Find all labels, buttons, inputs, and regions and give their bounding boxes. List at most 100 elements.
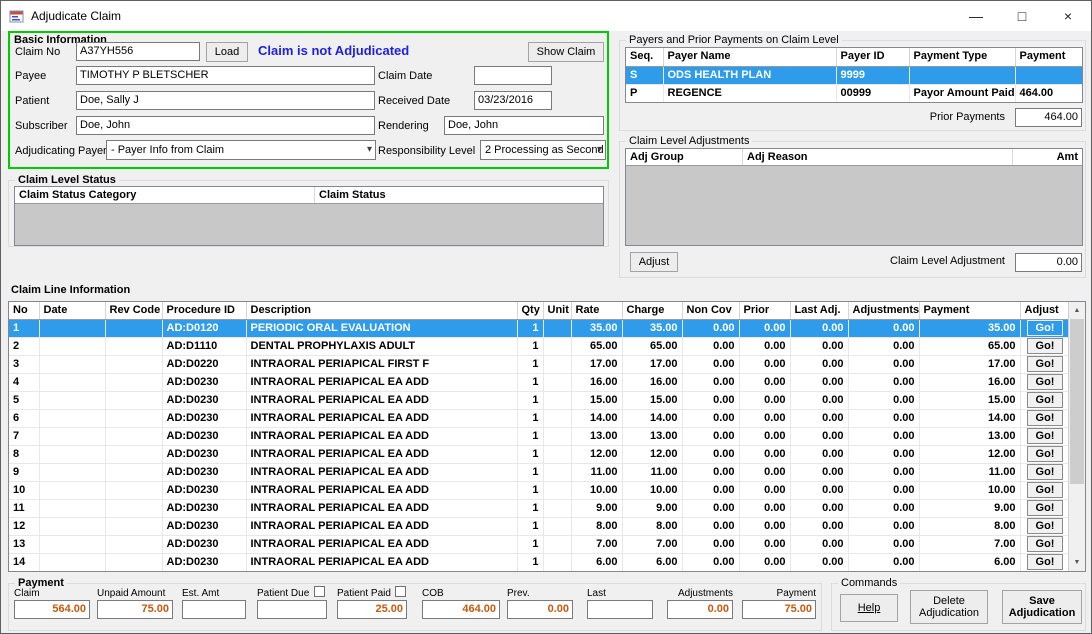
claim-line-row[interactable]: 7AD:D0230INTRAORAL PERIAPICAL EA ADD113.… [9, 427, 1070, 445]
cob-input[interactable]: 464.00 [422, 600, 500, 619]
col-prior[interactable]: Prior [739, 302, 790, 319]
go-button[interactable]: Go! [1027, 410, 1063, 426]
go-button[interactable]: Go! [1027, 320, 1063, 336]
cell-description: INTRAORAL PERIAPICAL EA ADD [246, 481, 517, 499]
col-adj-reason[interactable]: Adj Reason [743, 149, 1013, 165]
patient-paid-checkbox[interactable] [395, 586, 406, 597]
go-button[interactable]: Go! [1027, 500, 1063, 516]
claim-line-row[interactable]: 10AD:D0230INTRAORAL PERIAPICAL EA ADD110… [9, 481, 1070, 499]
col-rate[interactable]: Rate [571, 302, 622, 319]
go-button[interactable]: Go! [1027, 446, 1063, 462]
go-button[interactable]: Go! [1027, 464, 1063, 480]
go-button[interactable]: Go! [1027, 392, 1063, 408]
claim-line-row[interactable]: 3AD:D0220INTRAORAL PERIAPICAL FIRST F117… [9, 355, 1070, 373]
go-button[interactable]: Go! [1027, 518, 1063, 534]
maximize-button[interactable]: □ [999, 1, 1045, 31]
show-claim-button[interactable]: Show Claim [528, 42, 604, 62]
col-claim-status-category[interactable]: Claim Status Category [15, 187, 315, 203]
patient-due-checkbox[interactable] [314, 586, 325, 597]
scroll-down-icon[interactable]: ▼ [1069, 554, 1085, 571]
help-button[interactable]: Help [840, 594, 898, 622]
claim-line-row[interactable]: 12AD:D0230INTRAORAL PERIAPICAL EA ADD18.… [9, 517, 1070, 535]
claim-line-row[interactable]: 13AD:D0230INTRAORAL PERIAPICAL EA ADD17.… [9, 535, 1070, 553]
close-button[interactable]: × [1045, 1, 1091, 31]
cell-date [39, 535, 105, 553]
claim-line-row[interactable]: 1AD:D0120PERIODIC ORAL EVALUATION135.003… [9, 319, 1070, 337]
subscriber-input[interactable]: Doe, John [76, 116, 375, 135]
col-description[interactable]: Description [246, 302, 517, 319]
col-payment[interactable]: Payment [919, 302, 1020, 319]
col-seq[interactable]: Seq. [626, 48, 663, 66]
responsibility-level-select[interactable]: 2 Processing as Second▾ [480, 140, 606, 160]
claim-lines-scrollbar[interactable]: ▲ ▼ [1068, 302, 1085, 571]
col-last-adj[interactable]: Last Adj. [790, 302, 848, 319]
payer-row[interactable]: S ODS HEALTH PLAN 9999 [626, 66, 1082, 84]
adjust-button[interactable]: Adjust [630, 252, 678, 272]
cell-rev_code [105, 517, 162, 535]
claim-line-row[interactable]: 6AD:D0230INTRAORAL PERIAPICAL EA ADD114.… [9, 409, 1070, 427]
go-button[interactable]: Go! [1027, 554, 1063, 570]
save-adjudication-button[interactable]: Save Adjudication [1002, 590, 1082, 624]
col-rev-code[interactable]: Rev Code [105, 302, 162, 319]
col-adjust[interactable]: Adjust [1020, 302, 1070, 319]
scroll-up-icon[interactable]: ▲ [1069, 302, 1085, 319]
cell-payment: 15.00 [919, 391, 1020, 409]
claim-no-input[interactable]: A37YH556 [76, 42, 200, 61]
col-qty[interactable]: Qty [517, 302, 543, 319]
payment-amount-input[interactable]: 75.00 [742, 600, 816, 619]
patient-input[interactable]: Doe, Sally J [76, 91, 375, 110]
go-button[interactable]: Go! [1027, 338, 1063, 354]
col-adjustments[interactable]: Adjustments [848, 302, 919, 319]
claim-line-row[interactable]: 11AD:D0230INTRAORAL PERIAPICAL EA ADD19.… [9, 499, 1070, 517]
claim-line-row[interactable]: 5AD:D0230INTRAORAL PERIAPICAL EA ADD115.… [9, 391, 1070, 409]
go-button[interactable]: Go! [1027, 428, 1063, 444]
col-payment[interactable]: Payment [1015, 48, 1082, 66]
col-unit[interactable]: Unit [543, 302, 571, 319]
adjustments-input[interactable]: 0.00 [667, 600, 733, 619]
payee-input[interactable]: TIMOTHY P BLETSCHER [76, 66, 375, 85]
col-payer-id[interactable]: Payer ID [836, 48, 909, 66]
col-no[interactable]: No [9, 302, 39, 319]
load-button[interactable]: Load [206, 42, 248, 62]
scrollbar-thumb[interactable] [1070, 319, 1084, 484]
claim-line-row[interactable]: 8AD:D0230INTRAORAL PERIAPICAL EA ADD112.… [9, 445, 1070, 463]
col-procedure-id[interactable]: Procedure ID [162, 302, 246, 319]
cell-no: 10 [9, 481, 39, 499]
col-amt[interactable]: Amt [1013, 149, 1082, 165]
unpaid-amount-input[interactable]: 75.00 [97, 600, 173, 619]
minimize-button[interactable]: — [953, 1, 999, 31]
col-payer-name[interactable]: Payer Name [663, 48, 836, 66]
go-button[interactable]: Go! [1027, 356, 1063, 372]
claim-amount-input[interactable]: 564.00 [14, 600, 90, 619]
payer-row[interactable]: P REGENCE 00999 Payor Amount Paid 464.00 [626, 84, 1082, 102]
prev-input[interactable]: 0.00 [507, 600, 573, 619]
last-input[interactable] [587, 600, 653, 619]
rendering-input[interactable]: Doe, John [444, 116, 604, 135]
est-amt-input[interactable] [182, 600, 246, 619]
claim-date-input[interactable] [474, 66, 552, 85]
patient-paid-input[interactable]: 25.00 [337, 600, 407, 619]
col-date[interactable]: Date [39, 302, 105, 319]
claim-line-row[interactable]: 2AD:D1110DENTAL PROPHYLAXIS ADULT165.006… [9, 337, 1070, 355]
delete-adjudication-button[interactable]: Delete Adjudication [910, 590, 988, 624]
col-payment-type[interactable]: Payment Type [909, 48, 1015, 66]
col-non-cov[interactable]: Non Cov [682, 302, 739, 319]
claim-level-adjustment-input[interactable]: 0.00 [1015, 253, 1082, 272]
go-button[interactable]: Go! [1027, 482, 1063, 498]
claim-amount-label: Claim [14, 588, 40, 599]
received-date-input[interactable]: 03/23/2016 [474, 91, 552, 110]
cell-payment: 35.00 [919, 319, 1020, 337]
adjudicating-payer-select[interactable]: - Payer Info from Claim▾ [106, 140, 376, 160]
claim-line-row[interactable]: 14AD:D0230INTRAORAL PERIAPICAL EA ADD16.… [9, 553, 1070, 571]
go-button[interactable]: Go! [1027, 536, 1063, 552]
claim-line-row[interactable]: 4AD:D0230INTRAORAL PERIAPICAL EA ADD116.… [9, 373, 1070, 391]
col-charge[interactable]: Charge [622, 302, 682, 319]
prior-payments-input[interactable]: 464.00 [1015, 108, 1082, 127]
col-adj-group[interactable]: Adj Group [626, 149, 743, 165]
claim-line-row[interactable]: 9AD:D0230INTRAORAL PERIAPICAL EA ADD111.… [9, 463, 1070, 481]
cell-payment: 16.00 [919, 373, 1020, 391]
col-claim-status[interactable]: Claim Status [315, 187, 603, 203]
patient-due-input[interactable] [257, 600, 327, 619]
commands-title: Commands [838, 576, 900, 590]
go-button[interactable]: Go! [1027, 374, 1063, 390]
